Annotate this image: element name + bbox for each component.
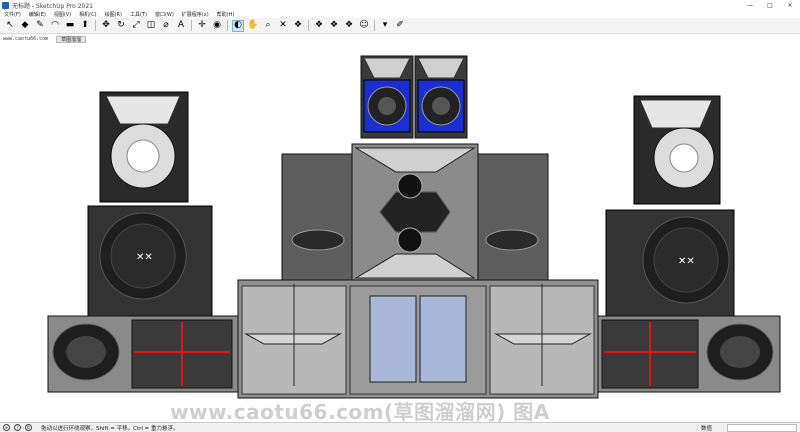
paint-bucket-icon[interactable]: ◉ [211, 20, 223, 32]
scale-icon[interactable]: ⤢ [130, 20, 142, 32]
status-icons: ⌖ ? © [3, 424, 36, 431]
right-sub-speaker: ✕✕ [605, 209, 735, 321]
warehouse-icon[interactable]: ❖ [292, 20, 304, 32]
status-bar: ⌖ ? © 拖动以进行环绕观察。Shift = 平移。Ctrl = 重力悬浮。 … [0, 422, 800, 432]
sketchup-logo-icon [2, 1, 9, 9]
orbit-icon[interactable]: ◐ [232, 19, 244, 32]
toolbar-separator [95, 20, 96, 31]
rotate-icon[interactable]: ↻ [115, 20, 127, 32]
toolbar-separator [308, 20, 309, 31]
offset-icon[interactable]: ◫ [145, 20, 157, 32]
measurements-input[interactable] [727, 423, 797, 432]
axes-icon[interactable]: ✛ [196, 20, 208, 32]
title-bar: 无标题 - SketchUp Pro 2021 — □ ✕ [0, 0, 800, 10]
arc-icon[interactable]: ◠ [49, 20, 61, 32]
watermark-text: www.caotu66.com(草图溜溜网) 图A [170, 400, 550, 422]
zoom-extents-icon[interactable]: ✕ [277, 20, 289, 32]
menu-file[interactable]: 文件(F) [0, 11, 25, 18]
toolbar-separator [191, 20, 192, 31]
menu-camera[interactable]: 相机(C) [75, 11, 100, 18]
menu-help[interactable]: 帮助(H) [213, 11, 239, 18]
pencil-icon[interactable]: ✎ [34, 20, 46, 32]
scene-tab[interactable]: 草图溜溜 [56, 35, 87, 43]
speaker-model: ✕✕ ✕✕ [47, 55, 781, 399]
maximize-button[interactable]: □ [760, 0, 780, 10]
center-horn-stack [281, 143, 549, 283]
move-icon[interactable]: ✥ [100, 20, 112, 32]
svg-text:✕✕: ✕✕ [678, 256, 695, 267]
right-top-speaker [633, 95, 721, 205]
toolbar-separator [374, 20, 375, 31]
style-builder-icon[interactable]: ❖ [343, 20, 355, 32]
sketchup-window: 无标题 - SketchUp Pro 2021 — □ ✕ 文件(F) 编辑(E… [0, 0, 800, 432]
push-pull-icon[interactable]: ⬆ [79, 20, 91, 32]
toolbar-separator [227, 20, 228, 31]
extension-warehouse-icon[interactable]: ❖ [313, 20, 325, 32]
credits-icon[interactable]: © [25, 424, 32, 431]
model-viewport[interactable]: ✕✕ ✕✕ www.caotu66.com(草图溜溜网) 图A [0, 44, 800, 422]
pan-icon[interactable]: ✋ [247, 20, 259, 32]
select-arrow-icon[interactable]: ↖ [4, 20, 16, 32]
left-top-speaker [99, 91, 189, 203]
left-bass-cabinet [47, 315, 239, 393]
scene-tabs-row: www.caotu66.com 草图溜溜 [0, 35, 800, 43]
bottom-base [237, 279, 599, 399]
geo-location-icon[interactable]: ⌖ [3, 424, 10, 431]
right-bass-cabinet [597, 315, 781, 393]
menu-bar: 文件(F) 编辑(E) 视图(V) 相机(C) 绘图(R) 工具(T) 窗口(W… [0, 10, 800, 18]
svg-text:✕✕: ✕✕ [136, 252, 153, 263]
shape-icon[interactable]: ▬ [64, 20, 76, 32]
text-icon[interactable]: A [175, 20, 187, 32]
menu-extensions[interactable]: 扩展程序(x) [178, 11, 213, 18]
menu-draw[interactable]: 绘图(R) [101, 11, 126, 18]
close-button[interactable]: ✕ [780, 0, 800, 10]
measurements-label: 数值 [701, 425, 713, 432]
menu-edit[interactable]: 编辑(E) [25, 11, 50, 18]
dropdown-icon[interactable]: ▾ [379, 20, 391, 32]
site-tag: www.caotu66.com [3, 36, 49, 42]
menu-tools[interactable]: 工具(T) [126, 11, 151, 18]
layout-icon[interactable]: ❖ [328, 20, 340, 32]
zoom-icon[interactable]: ⌕ [262, 20, 274, 32]
account-icon[interactable]: ☺ [358, 20, 370, 32]
minimize-button[interactable]: — [740, 0, 760, 10]
eraser-icon[interactable]: ◆ [19, 20, 31, 32]
main-toolbar: ↖ ◆ ✎ ◠ ▬ ⬆ ✥ ↻ ⤢ ◫ ⌀ A ✛ ◉ ◐ ✋ ⌕ ✕ ❖ ❖ ❖ ❖ ☺ ▾ ✐ [0, 18, 800, 34]
window-controls: — □ ✕ [740, 0, 800, 10]
left-sub-speaker: ✕✕ [87, 205, 213, 317]
menu-window[interactable]: 窗口(W) [151, 11, 178, 18]
window-title: 无标题 - SketchUp Pro 2021 [12, 2, 93, 10]
top-blue-speakers [360, 55, 468, 139]
instructor-icon[interactable]: ? [14, 424, 21, 431]
tape-measure-icon[interactable]: ⌀ [160, 20, 172, 32]
status-hint: 拖动以进行环绕观察。Shift = 平移。Ctrl = 重力悬浮。 [41, 425, 179, 432]
menu-view[interactable]: 视图(V) [50, 11, 75, 18]
notes-icon[interactable]: ✐ [394, 20, 406, 32]
